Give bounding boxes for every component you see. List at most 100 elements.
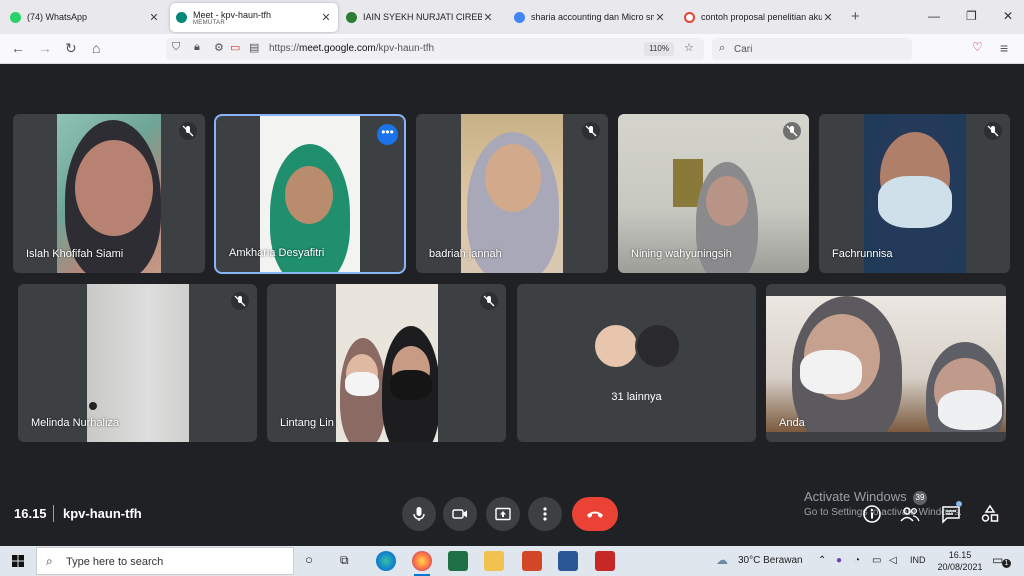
- more-options-button[interactable]: [528, 497, 562, 531]
- people-icon[interactable]: [900, 504, 920, 524]
- search-icon: ⌕: [46, 554, 53, 568]
- search-placeholder: Cari: [734, 44, 753, 55]
- activities-icon[interactable]: [980, 504, 1000, 524]
- search-input[interactable]: ⌕ Cari: [712, 38, 912, 60]
- google-icon: [684, 11, 695, 23]
- task-view-icon[interactable]: ⧉: [340, 553, 349, 568]
- self-video: [766, 296, 1006, 432]
- tab-proposal[interactable]: contoh proposal penelitian aku ✕: [678, 4, 840, 30]
- home-icon[interactable]: ⌂: [92, 40, 100, 56]
- self-tile[interactable]: Anda: [766, 284, 1006, 442]
- others-count-label: 31 lainnya: [611, 391, 662, 403]
- tray-expand-icon[interactable]: ⌃: [818, 555, 826, 566]
- back-icon[interactable]: ←: [11, 40, 25, 56]
- close-icon[interactable]: ✕: [148, 11, 160, 24]
- meeting-details-icon[interactable]: [862, 504, 882, 524]
- notification-count-badge: 1: [1002, 559, 1011, 568]
- volume-icon[interactable]: ◁: [889, 555, 897, 566]
- mic-off-icon: [179, 122, 197, 140]
- mic-button[interactable]: [402, 497, 436, 531]
- participant-tile[interactable]: ••• Amkhana Desyafitri: [214, 114, 406, 274]
- pocket-icon[interactable]: ♡: [972, 40, 983, 54]
- edge-icon[interactable]: [376, 551, 396, 571]
- unread-dot: [956, 501, 962, 507]
- menu-icon[interactable]: ≡: [1000, 40, 1008, 56]
- network-icon[interactable]: ◔: [854, 555, 860, 566]
- taskbar-clock[interactable]: 16.15 20/08/2021: [936, 549, 984, 573]
- firefox-icon[interactable]: [412, 551, 432, 576]
- close-icon[interactable]: ✕: [482, 11, 494, 24]
- url-text[interactable]: https://meet.google.com/kpv-haun-tfh: [269, 43, 434, 54]
- participant-tile[interactable]: Fachrunnisa: [819, 114, 1010, 273]
- participant-count-badge: 39: [913, 491, 927, 505]
- restore-icon[interactable]: ❐: [966, 9, 977, 23]
- close-window-icon[interactable]: ✕: [1003, 9, 1013, 23]
- close-icon[interactable]: ✕: [822, 11, 834, 24]
- minimize-icon[interactable]: —: [928, 9, 940, 23]
- forward-icon[interactable]: →: [38, 40, 52, 56]
- weather-cloud-icon[interactable]: ☁: [716, 553, 728, 567]
- weather-text[interactable]: 30°C Berawan: [738, 555, 803, 566]
- chat-icon[interactable]: [941, 501, 962, 524]
- scholar-icon: [514, 11, 525, 23]
- participant-video: [336, 284, 438, 442]
- participant-tile[interactable]: Nining wahyuningsih: [618, 114, 809, 273]
- participant-tile[interactable]: Melinda Nurhaliza: [18, 284, 257, 442]
- new-tab-icon[interactable]: +: [851, 8, 860, 25]
- battery-icon[interactable]: ▭: [872, 555, 881, 566]
- participant-name: Melinda Nurhaliza: [31, 417, 120, 429]
- more-options-icon[interactable]: •••: [377, 124, 398, 145]
- participant-name: Lintang Lin: [280, 417, 334, 429]
- meet-icon: [176, 12, 187, 23]
- powerpoint-icon[interactable]: [522, 551, 542, 571]
- lock-icon[interactable]: 🔒︎: [194, 41, 200, 54]
- camera-button[interactable]: [443, 497, 477, 531]
- avatar: [593, 323, 639, 369]
- browser-tab-strip: (74) WhatsApp ✕ Meet - kpv-haun-tfh MEMU…: [0, 0, 1024, 34]
- windows-taskbar: ⌕ Type here to search ○ ⧉ ☁ 30°C Berawan…: [0, 546, 1024, 576]
- iain-icon: [346, 11, 357, 23]
- file-explorer-icon[interactable]: [484, 551, 504, 571]
- avatar: [635, 323, 681, 369]
- participant-name: Amkhana Desyafitri: [229, 247, 325, 259]
- close-icon[interactable]: ✕: [654, 11, 666, 24]
- present-screen-button[interactable]: [486, 497, 520, 531]
- clock-date: 20/08/2021: [937, 562, 983, 572]
- participant-name: Islah Khofifah Siami: [26, 248, 124, 260]
- address-bar[interactable]: ⛉ 🔒︎ ⚙ ▭ ▤ https://meet.google.com/kpv-h…: [166, 38, 704, 60]
- windows-start-icon[interactable]: [12, 555, 24, 567]
- mic-icon: [413, 507, 425, 521]
- participant-name: Nining wahyuningsih: [631, 248, 732, 260]
- zoom-level[interactable]: 110%: [644, 42, 674, 56]
- participant-tile[interactable]: Islah Khofifah Siami: [13, 114, 205, 273]
- bookmark-star-icon[interactable]: ☆: [684, 41, 694, 54]
- acrobat-icon[interactable]: [595, 551, 615, 571]
- end-call-button[interactable]: [572, 497, 618, 531]
- camera-icon: [452, 509, 467, 519]
- language-indicator[interactable]: IND: [910, 555, 926, 565]
- tab-label: sharia accounting dan Micro sm: [531, 12, 654, 22]
- divider: [53, 505, 54, 522]
- others-tile[interactable]: 31 lainnya: [517, 284, 756, 442]
- tab-whatsapp[interactable]: (74) WhatsApp ✕: [4, 4, 166, 30]
- present-icon: [495, 507, 511, 521]
- close-icon[interactable]: ✕: [320, 11, 332, 24]
- whatsapp-icon: [10, 11, 21, 23]
- reload-icon[interactable]: ↻: [65, 40, 77, 57]
- camera-sharing-icon[interactable]: ▭: [230, 41, 240, 54]
- tab-meet[interactable]: Meet - kpv-haun-tfh MEMUTAR ✕: [170, 3, 338, 32]
- excel-icon[interactable]: [448, 551, 468, 571]
- taskbar-search-input[interactable]: ⌕ Type here to search: [36, 547, 294, 575]
- tab-sharia[interactable]: sharia accounting dan Micro sm ✕: [508, 4, 672, 30]
- mic-in-use-icon[interactable]: ●: [836, 555, 842, 566]
- participant-tile[interactable]: Lintang Lin: [267, 284, 506, 442]
- word-icon[interactable]: [558, 551, 578, 571]
- tab-iain[interactable]: IAIN SYEKH NURJATI CIREBON ✕: [340, 4, 500, 30]
- participant-tile[interactable]: badriah jannah: [416, 114, 608, 273]
- shield-icon[interactable]: ⛉: [172, 41, 180, 54]
- cortana-icon[interactable]: ○: [305, 552, 313, 567]
- permissions-icon[interactable]: ⚙: [214, 41, 224, 54]
- reader-icon[interactable]: ▤: [249, 41, 259, 54]
- participant-name: Anda: [779, 417, 805, 429]
- taskbar-search-placeholder: Type here to search: [66, 556, 164, 568]
